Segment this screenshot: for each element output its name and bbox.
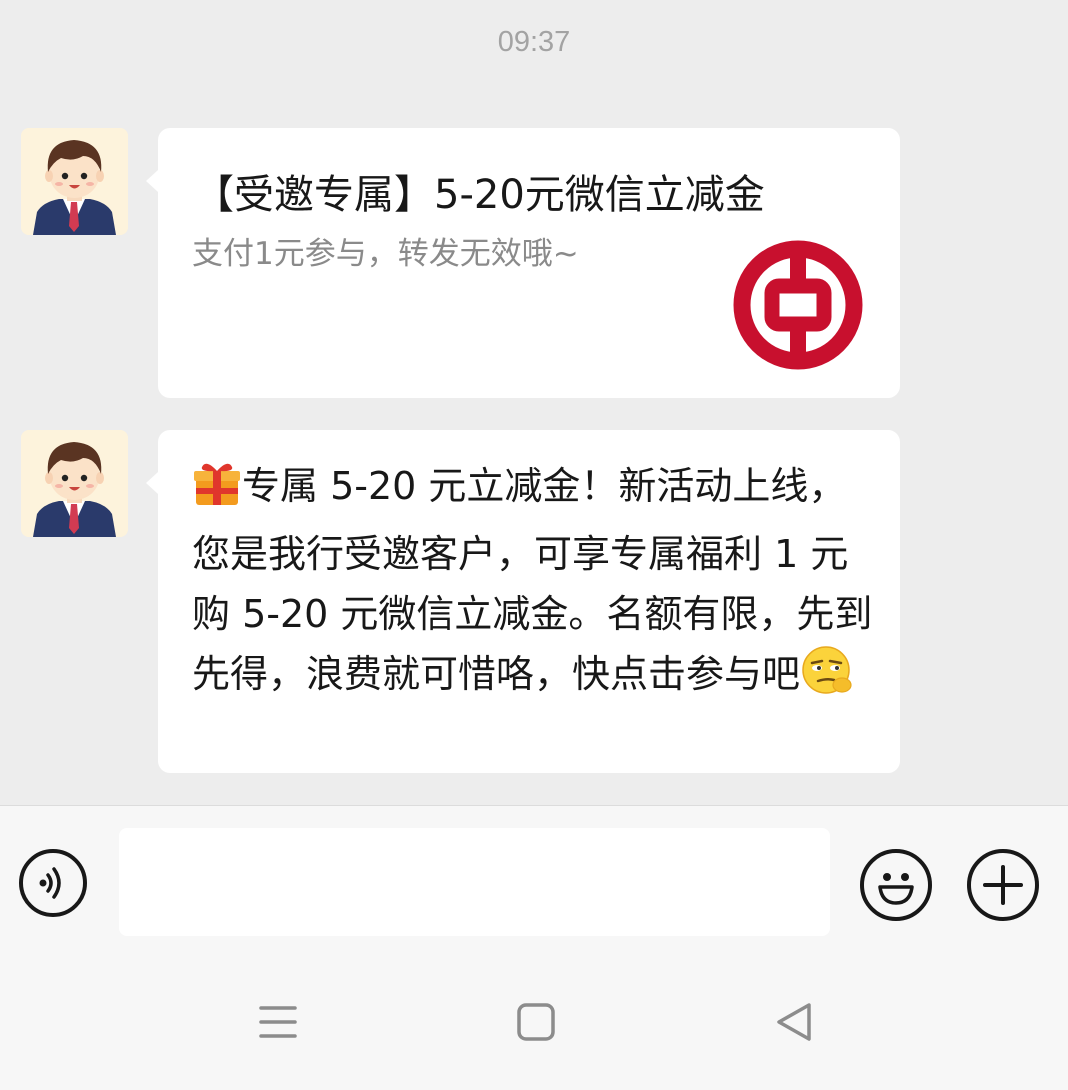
text-message[interactable]: 专属 5-20 元立减金！新活动上线，您是我行受邀客户，可享专属福利 1 元购 …: [146, 430, 900, 773]
bank-of-china-logo-icon: [733, 240, 863, 370]
card-title: 【受邀专属】5-20元微信立减金: [194, 172, 765, 218]
card-description: 支付1元参与，转发无效哦~: [192, 236, 579, 272]
menu-icon[interactable]: [258, 1000, 298, 1048]
smirk-face-icon: [800, 645, 854, 712]
chat-area: 09:37 【受邀专属】5-20元微信立减金 支付1元参与，转发无效哦~ 专属 …: [0, 0, 1068, 805]
message-text-block: 专属 5-20 元立减金！新活动上线，您是我行受邀客户，可享专属福利 1 元购 …: [192, 456, 882, 712]
plus-icon[interactable]: [967, 849, 1039, 921]
message-input-bar: [0, 805, 1068, 961]
gift-icon: [192, 461, 242, 524]
message-text: 专属 5-20 元立减金！新活动上线，您是我行受邀客户，可享专属福利 1 元购 …: [192, 464, 873, 696]
emoji-face-icon[interactable]: [860, 849, 932, 921]
home-square-icon[interactable]: [516, 1000, 556, 1048]
message-input[interactable]: [119, 828, 830, 936]
link-card-message[interactable]: 【受邀专属】5-20元微信立减金 支付1元参与，转发无效哦~: [146, 128, 900, 398]
back-triangle-icon[interactable]: [774, 1000, 814, 1048]
system-navigation-bar: [0, 960, 1068, 1090]
sender-avatar[interactable]: [21, 128, 128, 235]
voice-icon[interactable]: [19, 849, 87, 917]
message-timestamp: 09:37: [497, 26, 571, 58]
sender-avatar[interactable]: [21, 430, 128, 537]
